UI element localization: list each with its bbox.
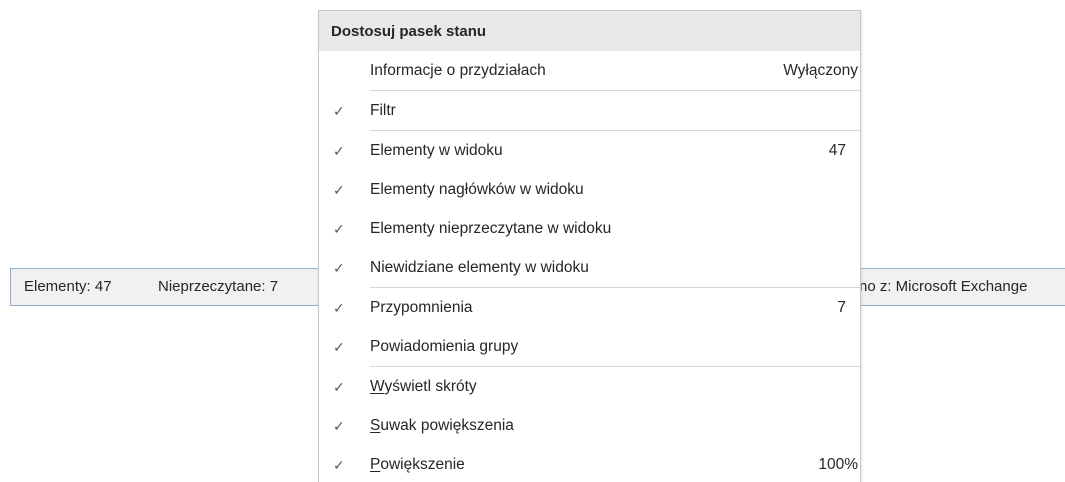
menu-item-label: Filtr <box>370 102 396 119</box>
menu-item-label: Wyświetl skróty <box>370 367 477 407</box>
mnemonic-letter: S <box>370 417 381 434</box>
menu-item-zoom-slider[interactable]: ✓ Suwak powiększenia <box>319 406 860 445</box>
menu-item-unread-items-in-view[interactable]: ✓ Elementy nieprzeczytane w widoku <box>319 209 860 248</box>
menu-item-label: Przypomnienia <box>370 299 473 316</box>
menu-item-value: 7 <box>837 299 846 316</box>
menu-item-label: Elementy nieprzeczytane w widoku <box>370 220 612 237</box>
status-connection[interactable]: no z: Microsoft Exchange <box>859 269 1027 305</box>
checkmark-icon: ✓ <box>333 182 345 198</box>
customize-status-bar-menu: Dostosuj pasek stanu Informacje o przydz… <box>318 10 861 482</box>
menu-title: Dostosuj pasek stanu <box>319 11 860 51</box>
checkmark-icon: ✓ <box>333 418 345 434</box>
menu-item-group-notifications[interactable]: ✓ Powiadomienia grupy <box>319 327 860 366</box>
menu-item-items-in-view[interactable]: ✓ Elementy w widoku 47 <box>319 131 860 170</box>
menu-item-label: Suwak powiększenia <box>370 406 514 446</box>
mnemonic-letter: W <box>370 378 385 395</box>
menu-item-zoom[interactable]: ✓ Powiększenie 100% <box>319 445 860 482</box>
checkmark-icon: ✓ <box>333 221 345 237</box>
checkmark-icon: ✓ <box>333 103 345 119</box>
checkmark-icon: ✓ <box>333 260 345 276</box>
menu-item-label: Informacje o przydziałach <box>370 62 546 79</box>
menu-list: Informacje o przydziałach Wyłączony ✓ Fi… <box>319 51 860 482</box>
menu-item-filter[interactable]: ✓ Filtr <box>319 91 860 130</box>
menu-item-quota-info[interactable]: Informacje o przydziałach Wyłączony <box>319 51 860 90</box>
menu-item-value: Wyłączony <box>783 62 858 79</box>
status-items-count[interactable]: Elementy: 47 <box>24 269 112 305</box>
menu-item-label: Niewidziane elementy w widoku <box>370 259 589 276</box>
menu-item-reminders[interactable]: ✓ Przypomnienia 7 <box>319 288 860 327</box>
menu-item-value: 100% <box>818 456 858 473</box>
menu-item-view-shortcuts[interactable]: ✓ Wyświetl skróty <box>319 367 860 406</box>
checkmark-icon: ✓ <box>333 143 345 159</box>
mnemonic-letter: P <box>370 456 381 473</box>
checkmark-icon: ✓ <box>333 300 345 316</box>
menu-item-value: 47 <box>828 142 846 159</box>
checkmark-icon: ✓ <box>333 339 345 355</box>
menu-item-label: Powiadomienia grupy <box>370 338 519 355</box>
menu-item-label: Powiększenie <box>370 445 465 482</box>
outlook-window: Elementy: 47 Nieprzeczytane: 7 no z: Mic… <box>0 0 1065 482</box>
menu-item-label: Elementy nagłówków w widoku <box>370 181 584 198</box>
menu-item-label-rest: owiększenie <box>380 456 465 473</box>
menu-item-label: Elementy w widoku <box>370 142 503 159</box>
status-unread-count[interactable]: Nieprzeczytane: 7 <box>158 269 278 305</box>
menu-item-label-rest: yświetl skróty <box>384 378 477 395</box>
menu-item-unseen-items-in-view[interactable]: ✓ Niewidziane elementy w widoku <box>319 248 860 287</box>
checkmark-icon: ✓ <box>333 379 345 395</box>
menu-item-label-rest: uwak powiększenia <box>380 417 514 434</box>
menu-item-header-items-in-view[interactable]: ✓ Elementy nagłówków w widoku <box>319 170 860 209</box>
checkmark-icon: ✓ <box>333 457 345 473</box>
